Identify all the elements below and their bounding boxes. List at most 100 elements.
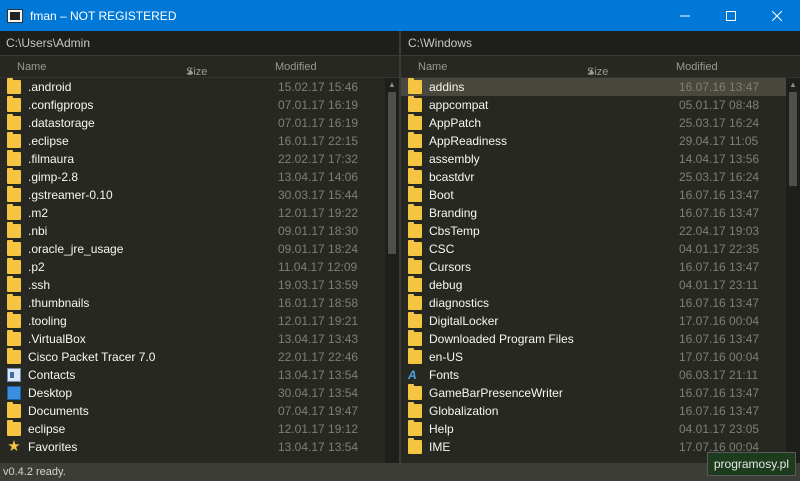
folder-icon: [408, 96, 422, 112]
file-row[interactable]: .gimp-2.8 13.04.17 14:06: [0, 168, 385, 186]
file-row[interactable]: .filmaura 22.02.17 17:32: [0, 150, 385, 168]
status-bar: v0.4.2 ready.: [0, 463, 800, 481]
folder-icon: [408, 132, 422, 148]
column-modified[interactable]: Modified: [676, 61, 718, 73]
file-row[interactable]: Desktop 30.04.17 13:54: [0, 384, 385, 402]
file-row[interactable]: debug 04.01.17 23:11: [401, 276, 786, 294]
folder-icon: [7, 222, 21, 238]
file-modified: 11.04.17 12:09: [278, 260, 358, 274]
column-modified[interactable]: Modified: [275, 61, 317, 73]
maximize-button[interactable]: [708, 0, 754, 31]
file-row[interactable]: .p2 11.04.17 12:09: [0, 258, 385, 276]
file-row[interactable]: DigitalLocker 17.07.16 00:04: [401, 312, 786, 330]
left-file-list[interactable]: .android 15.02.17 15:46 .configprops 07.01.…: [0, 78, 385, 463]
file-row[interactable]: CbsTemp 22.04.17 19:03: [401, 222, 786, 240]
file-row[interactable]: A Fonts 06.03.17 21:11: [401, 366, 786, 384]
folder-icon: [7, 96, 21, 112]
file-row[interactable]: .android 15.02.17 15:46: [0, 78, 385, 96]
folder-icon: [408, 420, 422, 436]
column-name[interactable]: Name: [17, 61, 46, 73]
file-row[interactable]: eclipse 12.01.17 19:12: [0, 420, 385, 438]
file-modified: 16.07.16 13:47: [679, 80, 760, 94]
window-controls: [662, 0, 800, 31]
file-row[interactable]: .configprops 07.01.17 16:19: [0, 96, 385, 114]
file-row[interactable]: .eclipse 16.01.17 22:15: [0, 132, 385, 150]
left-scrollbar[interactable]: ▲: [385, 78, 399, 463]
right-pane[interactable]: C:\Windows Name ▲ Size Modified addins 16.…: [401, 31, 800, 463]
file-name: Contacts: [28, 368, 76, 382]
file-name: Cursors: [429, 260, 472, 274]
right-scrollbar[interactable]: ▲: [786, 78, 800, 463]
folder-icon: [408, 240, 422, 256]
file-row[interactable]: CSC 04.01.17 22:35: [401, 240, 786, 258]
file-row[interactable]: .datastorage 07.01.17 16:19: [0, 114, 385, 132]
file-row[interactable]: GameBarPresenceWriter 16.07.16 13:47: [401, 384, 786, 402]
right-file-list[interactable]: addins 16.07.16 13:47 appcompat 05.01.17 08…: [401, 78, 786, 463]
folder-icon: [408, 312, 422, 328]
file-row[interactable]: .oracle_jre_usage 09.01.17 18:24: [0, 240, 385, 258]
file-row[interactable]: .m2 12.01.17 19:22: [0, 204, 385, 222]
file-name: Globalization: [429, 404, 499, 418]
file-modified: 15.02.17 15:46: [278, 80, 359, 94]
file-modified: 07.01.17 16:19: [278, 116, 359, 130]
file-row[interactable]: AppPatch 25.03.17 16:24: [401, 114, 786, 132]
close-button[interactable]: [754, 0, 800, 31]
scroll-up-icon[interactable]: ▲: [385, 78, 399, 92]
folder-icon: [408, 222, 422, 238]
column-name[interactable]: Name: [418, 61, 447, 73]
right-path-bar[interactable]: C:\Windows: [401, 31, 800, 56]
file-row[interactable]: Documents 07.04.17 19:47: [0, 402, 385, 420]
file-row[interactable]: Boot 16.07.16 13:47: [401, 186, 786, 204]
file-row[interactable]: .tooling 12.01.17 19:21: [0, 312, 385, 330]
minimize-button[interactable]: [662, 0, 708, 31]
folder-icon: [7, 240, 21, 256]
file-row[interactable]: AppReadiness 29.04.17 11:05: [401, 132, 786, 150]
file-name: .nbi: [28, 224, 48, 238]
file-row[interactable]: .nbi 09.01.17 18:30: [0, 222, 385, 240]
file-row[interactable]: diagnostics 16.07.16 13:47: [401, 294, 786, 312]
file-modified: 06.03.17 21:11: [679, 368, 759, 382]
left-scroll-thumb[interactable]: [388, 92, 396, 254]
file-name: .gimp-2.8: [28, 170, 79, 184]
file-name: Boot: [429, 188, 454, 202]
folder-icon: [7, 186, 21, 202]
file-row[interactable]: Help 04.01.17 23:05: [401, 420, 786, 438]
scroll-up-icon[interactable]: ▲: [786, 78, 800, 92]
file-name: .tooling: [28, 314, 67, 328]
file-name: IME: [429, 440, 451, 454]
file-row[interactable]: Contacts 13.04.17 13:54: [0, 366, 385, 384]
file-row[interactable]: en-US 17.07.16 00:04: [401, 348, 786, 366]
file-modified: 22.01.17 22:46: [278, 350, 359, 364]
file-row[interactable]: .thumbnails 16.01.17 18:58: [0, 294, 385, 312]
file-name: addins: [429, 80, 465, 94]
file-row[interactable]: ★ Favorites 13.04.17 13:54: [0, 438, 385, 456]
file-row[interactable]: .VirtualBox 13.04.17 13:43: [0, 330, 385, 348]
file-name: .filmaura: [28, 152, 75, 166]
file-modified: 29.04.17 11:05: [679, 134, 759, 148]
file-name: GameBarPresenceWriter: [429, 386, 563, 400]
left-column-header: Name ▲ Size Modified: [0, 56, 399, 78]
file-name: .gstreamer-0.10: [28, 188, 113, 202]
file-modified: 09.01.17 18:24: [278, 242, 359, 256]
folder-icon: [408, 384, 422, 400]
file-row[interactable]: bcastdvr 25.03.17 16:24: [401, 168, 786, 186]
file-row[interactable]: appcompat 05.01.17 08:48: [401, 96, 786, 114]
right-scroll-thumb[interactable]: [789, 92, 797, 186]
file-modified: 16.01.17 18:58: [278, 296, 359, 310]
file-row[interactable]: Downloaded Program Files 16.07.16 13:47: [401, 330, 786, 348]
file-modified: 04.01.17 23:05: [679, 422, 760, 436]
file-name: AppPatch: [429, 116, 482, 130]
file-row[interactable]: Cursors 16.07.16 13:47: [401, 258, 786, 276]
file-row[interactable]: Branding 16.07.16 13:47: [401, 204, 786, 222]
folder-icon: [408, 258, 422, 274]
left-pane[interactable]: C:\Users\Admin Name ▲ Size Modified .andr…: [0, 31, 399, 463]
file-modified: 16.07.16 13:47: [679, 296, 760, 310]
file-name: Favorites: [28, 440, 78, 454]
file-row[interactable]: .ssh 19.03.17 13:59: [0, 276, 385, 294]
file-row[interactable]: Cisco Packet Tracer 7.0 22.01.17 22:46: [0, 348, 385, 366]
left-path-bar[interactable]: C:\Users\Admin: [0, 31, 399, 56]
file-row[interactable]: addins 16.07.16 13:47: [401, 78, 786, 96]
file-row[interactable]: .gstreamer-0.10 30.03.17 15:44: [0, 186, 385, 204]
file-row[interactable]: Globalization 16.07.16 13:47: [401, 402, 786, 420]
file-row[interactable]: assembly 14.04.17 13:56: [401, 150, 786, 168]
